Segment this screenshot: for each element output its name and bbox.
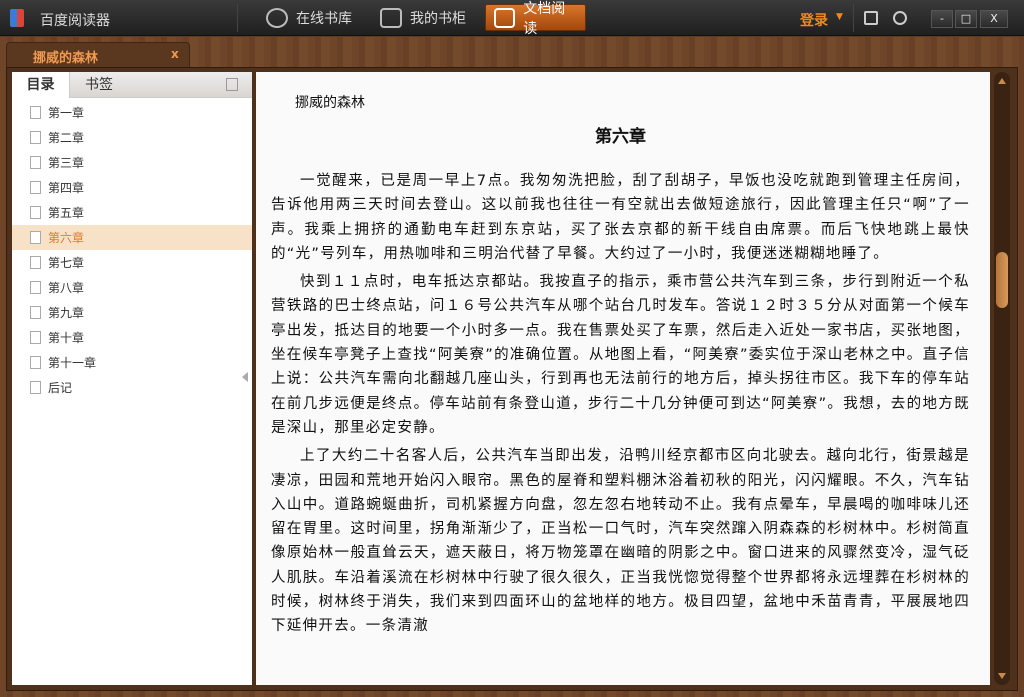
nav-document-reading[interactable]: 文档阅读 [485,1,586,37]
toc-item-label: 第二章 [48,131,85,145]
paragraph: 快到１１点时，电车抵达京都站。我按直子的指示，乘市营公共汽车到三条，步行到附近一… [271,274,970,436]
toc-item-label: 第九章 [48,306,85,320]
toc-item-label: 第八章 [48,281,85,295]
toc-item[interactable]: 第四章 [12,175,252,200]
collapse-arrow-icon[interactable] [242,372,248,382]
collapse-sidebar-icon[interactable] [226,78,238,91]
scroll-down-icon[interactable] [998,673,1006,679]
maximize-button[interactable]: □ [955,10,977,28]
toc-item[interactable]: 第六章 [12,225,252,250]
document-icon [30,381,41,394]
document-icon [30,106,41,119]
toc-item-label: 第四章 [48,181,85,195]
toc-item[interactable]: 第十一章 [12,350,252,375]
document-icon [30,331,41,344]
toc-item[interactable]: 第七章 [12,250,252,275]
toc-item[interactable]: 第一章 [12,100,252,125]
nav-label: 在线书库 [296,10,352,27]
title-bar: 百度阅读器 在线书库 我的书柜 文档阅读 登录 ▼ - □ X [0,0,1024,37]
paragraph: 上了大约二十名客人后，公共汽车当即出发，沿鸭川经京都市区向北驶去。越向北行，街景… [271,448,970,635]
nav-label: 我的书柜 [410,10,466,27]
toc-item-label: 第七章 [48,256,85,270]
toc-item-label: 第六章 [48,231,85,245]
app-title: 百度阅读器 [40,13,110,29]
sidebar: 目录 书签 第一章第二章第三章第四章第五章第六章第七章第八章第九章第十章第十一章… [12,72,252,685]
scroll-thumb[interactable] [996,252,1008,308]
chevron-down-icon[interactable]: ▼ [836,12,843,22]
document-icon [30,231,41,244]
toc-item-label: 第一章 [48,106,85,120]
paragraph: 一觉醒来，已是周一早上7点。我匆匆洗把脸，刮了刮胡子，早饭也没吃就跑到管理主任房… [271,173,970,262]
reading-pane: 挪威的森林 第六章 一觉醒来，已是周一早上7点。我匆匆洗把脸，刮了刮胡子，早饭也… [256,72,990,685]
divider [237,4,238,32]
globe-icon [266,7,288,28]
document-icon [30,356,41,369]
document-icon [30,131,41,144]
document-icon [30,156,41,169]
close-tab-icon[interactable]: x [171,47,179,61]
close-button[interactable]: X [980,10,1008,28]
toc-item-label: 第三章 [48,156,85,170]
login-button[interactable]: 登录 [800,10,828,30]
minimize-button[interactable]: - [931,10,953,28]
open-book-icon [494,7,516,28]
toc-item-label: 第十章 [48,331,85,345]
nav-label: 文档阅读 [523,0,566,37]
scrollbar[interactable] [994,72,1010,685]
tab-bookmarks[interactable]: 书签 [70,72,128,98]
document-icon [30,206,41,219]
chapter-title: 第六章 [595,127,646,147]
document-tab-title: 挪威的森林 [33,51,99,66]
table-of-contents: 第一章第二章第三章第四章第五章第六章第七章第八章第九章第十章第十一章后记 [12,98,252,400]
sidebar-tabs: 目录 书签 [12,72,252,98]
app-logo-icon [10,9,24,27]
scroll-up-icon[interactable] [998,78,1006,84]
feedback-icon[interactable] [893,11,907,25]
toc-item[interactable]: 第九章 [12,300,252,325]
document-icon [30,281,41,294]
toc-item[interactable]: 第二章 [12,125,252,150]
divider [853,4,854,32]
tab-contents[interactable]: 目录 [12,72,70,98]
toc-item[interactable]: 第三章 [12,150,252,175]
document-icon [30,306,41,319]
document-icon [30,256,41,269]
toc-item-label: 第五章 [48,206,85,220]
toc-item-label: 后记 [48,381,73,395]
menu-list-icon[interactable] [864,11,878,25]
nav-my-bookshelf[interactable]: 我的书柜 [372,4,474,31]
toc-item-label: 第十一章 [48,356,97,370]
document-icon [30,181,41,194]
book-title: 挪威的森林 [295,95,365,111]
bookshelf-icon [380,7,402,28]
toc-item[interactable]: 第五章 [12,200,252,225]
toc-item[interactable]: 第八章 [12,275,252,300]
nav-online-library[interactable]: 在线书库 [258,4,360,31]
document-tab[interactable]: 挪威的森林 x [6,42,190,68]
toc-item[interactable]: 后记 [12,375,252,400]
toc-item[interactable]: 第十章 [12,325,252,350]
